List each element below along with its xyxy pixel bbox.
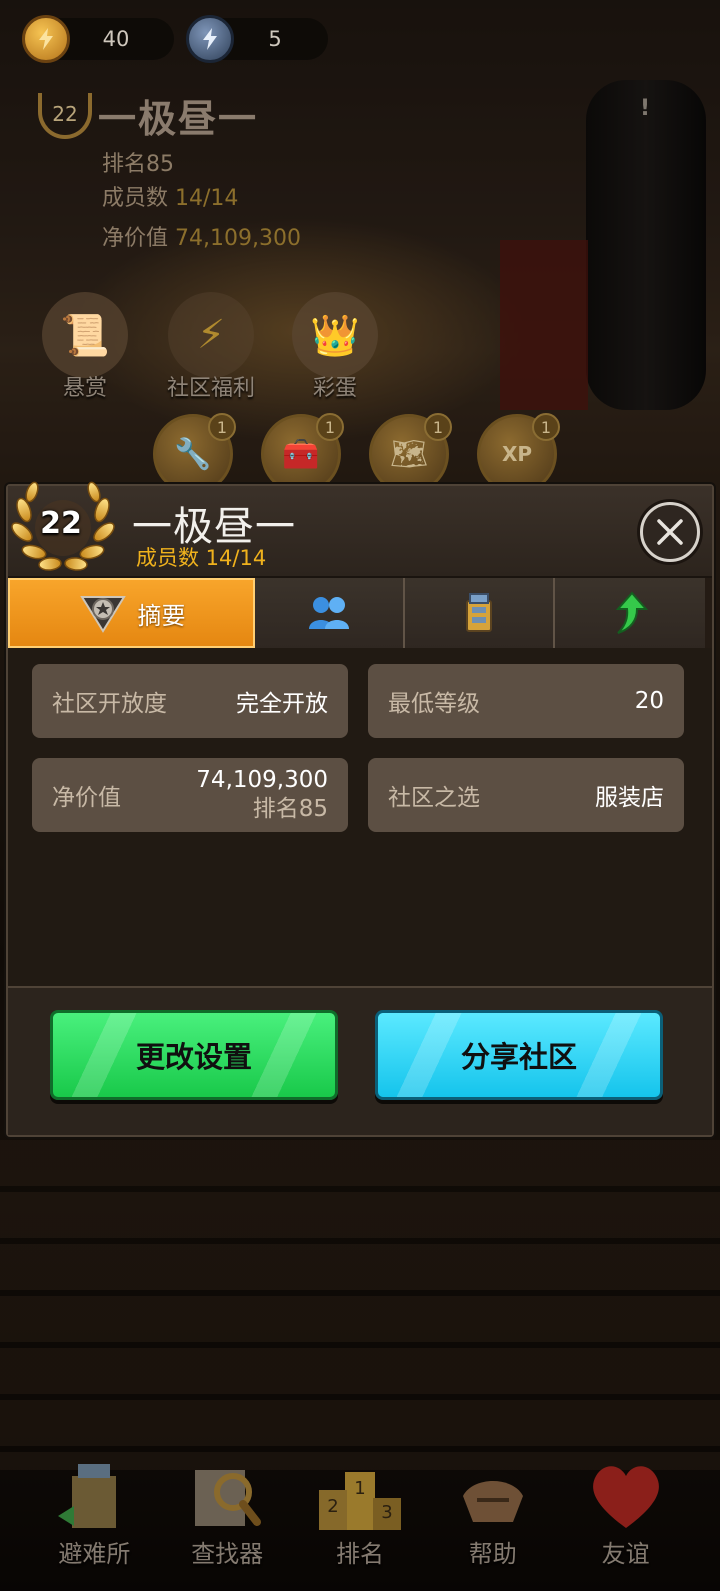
svg-text:3: 3: [381, 1502, 392, 1523]
svg-text:2: 2: [327, 1496, 338, 1517]
info-exclaim-icon[interactable]: !: [640, 96, 650, 121]
energy-icon: [186, 15, 234, 63]
background-banner: [500, 240, 588, 410]
net-worth-card: 净价值 74,109,300 排名85: [32, 758, 348, 832]
close-button[interactable]: [640, 502, 700, 562]
handshake-icon: [445, 1452, 541, 1540]
openness-value: 完全开放: [236, 691, 328, 717]
reward-map[interactable]: 🗺 1: [369, 413, 452, 494]
close-icon: [657, 519, 683, 545]
min-level-label: 最低等级: [388, 691, 480, 717]
members-icon: [309, 597, 349, 629]
crowned-egg-icon: 👑: [292, 292, 378, 378]
coin-icon: [22, 15, 70, 63]
tab-summary[interactable]: 摘要: [8, 578, 255, 648]
shelter-tower-icon: [466, 593, 492, 632]
nav-finder[interactable]: 查找器: [167, 1452, 287, 1591]
shelter-icon: [46, 1452, 142, 1540]
modal-header: 22 一极昼一 成员数 14/14: [8, 481, 712, 578]
modal-footer: 更改设置 分享社区: [8, 988, 712, 1135]
openness-card: 社区开放度 完全开放: [32, 664, 348, 738]
min-level-card: 最低等级 20: [368, 664, 684, 738]
star-badge-icon: [79, 596, 126, 633]
background-net-worth: 净价值 74,109,300: [102, 226, 301, 251]
net-worth-stack: 74,109,300 排名85: [196, 766, 328, 824]
svg-text:1: 1: [354, 1478, 365, 1499]
laurel-icon: 22: [38, 92, 92, 139]
scroll-icon: 📜: [42, 292, 128, 378]
feature-bounty[interactable]: 📜 悬赏: [30, 292, 140, 402]
background-rank: 排名85: [102, 152, 175, 177]
reward-xp-book[interactable]: XP 1: [477, 413, 560, 494]
background-members: 成员数 14/14: [102, 186, 239, 211]
reward-badge: 1: [316, 413, 344, 441]
heart-icon: [578, 1452, 674, 1540]
community-modal: 22 一极昼一 成员数 14/14 摘要 社区开放度 完全开放 最低等级 20 …: [6, 481, 714, 1137]
coin-counter[interactable]: 40: [22, 15, 174, 63]
upgrade-arrow-icon: [615, 591, 648, 634]
community-level: 22: [40, 506, 82, 541]
net-worth-label: 净价值: [52, 785, 121, 811]
background-community-header: 22 一极昼一: [38, 88, 258, 143]
nav-shelter[interactable]: 避难所: [34, 1452, 154, 1591]
reward-row: 🔧 1 🧰 1 🗺 1 XP 1: [153, 413, 560, 494]
reward-tools[interactable]: 🔧 1: [153, 413, 236, 494]
background-floor: [0, 1140, 720, 1470]
background-level: 22: [52, 101, 78, 126]
xp-book-icon: XP: [501, 442, 533, 466]
energy-counter[interactable]: 5: [186, 15, 328, 63]
reward-badge: 1: [208, 413, 236, 441]
community-choice-label: 社区之选: [388, 785, 480, 811]
change-settings-button[interactable]: 更改设置: [50, 1010, 338, 1100]
bottom-nav: 避难所 查找器 123 排名 帮助 友谊: [0, 1452, 720, 1591]
reward-badge: 1: [532, 413, 560, 441]
net-worth-value: 74,109,300: [196, 767, 328, 793]
tab-summary-label: 摘要: [137, 601, 186, 630]
community-choice-value: 服装店: [595, 785, 664, 811]
coin-count: 40: [102, 27, 130, 51]
podium-icon: 12 3: [312, 1452, 408, 1540]
feature-easter-egg[interactable]: 👑 彩蛋: [280, 292, 390, 402]
energy-count: 5: [268, 27, 282, 51]
feature-community-benefits[interactable]: ⚡ 社区福利: [156, 292, 266, 402]
net-worth-rank: 排名85: [252, 796, 328, 822]
openness-label: 社区开放度: [52, 691, 167, 717]
tools-icon: 🔧: [174, 436, 212, 472]
lightning-icon: ⚡: [168, 292, 254, 378]
tab-members[interactable]: [255, 578, 405, 648]
nav-ranking[interactable]: 123 排名: [300, 1452, 420, 1591]
nav-friendship[interactable]: 友谊: [566, 1452, 686, 1591]
map-icon: 🗺: [389, 436, 429, 472]
reward-toolbox[interactable]: 🧰 1: [261, 413, 344, 494]
background-pipe: [586, 80, 706, 410]
magnifier-icon: [179, 1452, 275, 1540]
min-level-value: 20: [634, 688, 664, 714]
summary-content: 社区开放度 完全开放 最低等级 20 净价值 74,109,300 排名85 社…: [8, 648, 712, 988]
tab-shelter[interactable]: [405, 578, 555, 648]
nav-help[interactable]: 帮助: [433, 1452, 553, 1591]
reward-badge: 1: [424, 413, 452, 441]
member-count: 成员数 14/14: [136, 546, 267, 570]
tab-upgrade[interactable]: [555, 578, 705, 648]
modal-tabs: 摘要: [8, 578, 712, 648]
toolbox-icon: 🧰: [282, 436, 320, 472]
community-choice-card: 社区之选 服装店: [368, 758, 684, 832]
top-hud: 40 5: [22, 15, 328, 63]
background-community-name: 一极昼一: [98, 97, 259, 141]
share-community-button[interactable]: 分享社区: [375, 1010, 663, 1100]
